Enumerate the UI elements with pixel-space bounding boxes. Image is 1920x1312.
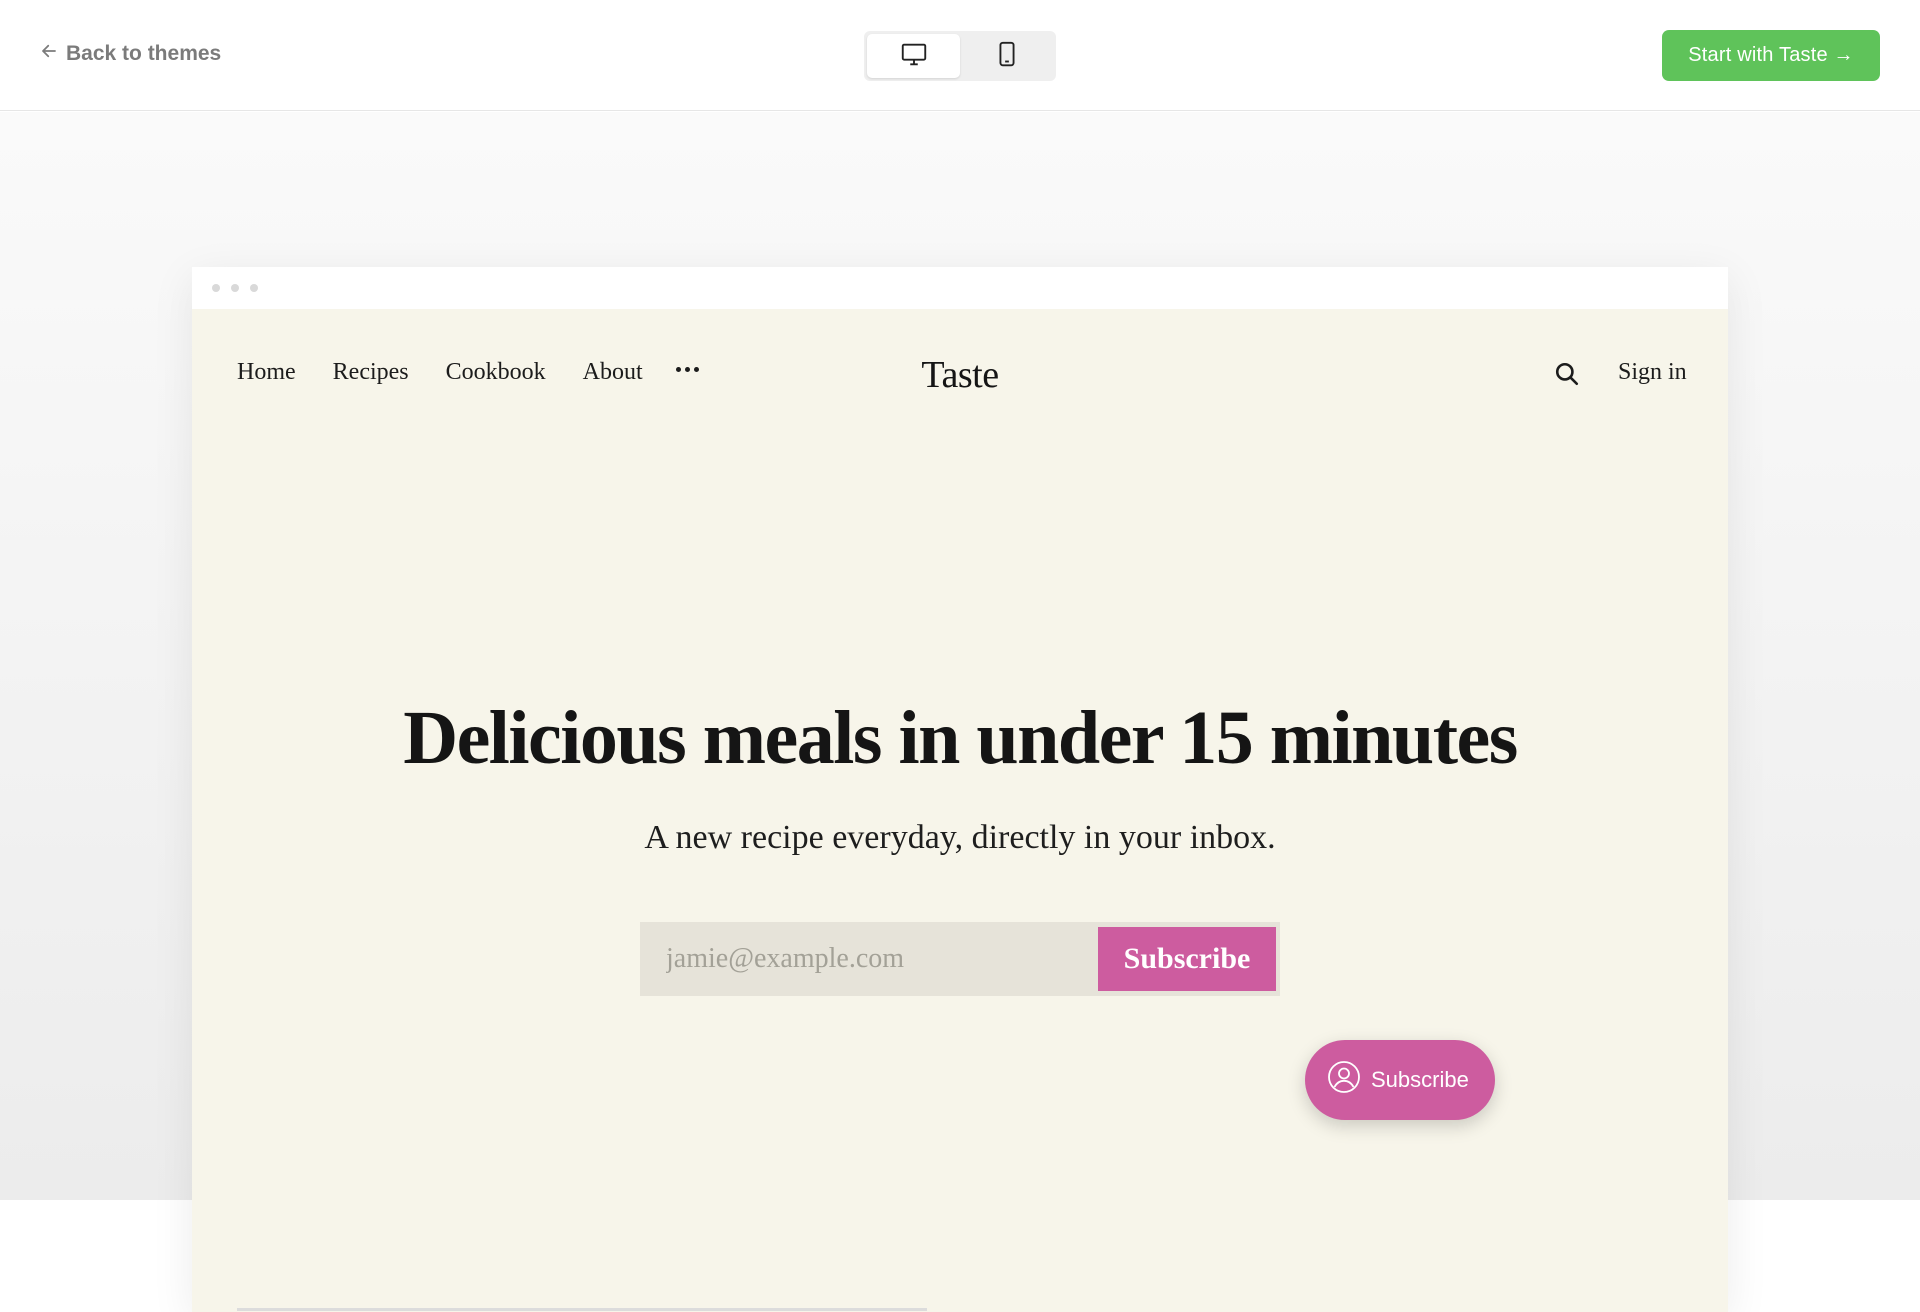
sign-in-link[interactable]: Sign in	[1618, 359, 1687, 386]
email-field[interactable]	[644, 926, 1098, 992]
site-header: Home Recipes Cookbook About Taste Sign i…	[192, 309, 1728, 429]
theme-preview-toolbar: Back to themes Start with Taste →	[0, 0, 1920, 111]
site-preview-frame: Home Recipes Cookbook About Taste Sign i…	[192, 267, 1728, 1312]
start-with-theme-button[interactable]: Start with Taste →	[1662, 30, 1880, 81]
site-title[interactable]: Taste	[921, 354, 999, 396]
browser-chrome-bar	[192, 267, 1728, 309]
preview-stage: Home Recipes Cookbook About Taste Sign i…	[0, 112, 1920, 1312]
window-dot	[250, 284, 258, 292]
hero-title: Delicious meals in under 15 minutes	[403, 696, 1518, 780]
arrow-left-icon	[40, 42, 58, 66]
search-icon[interactable]	[1554, 361, 1580, 387]
desktop-view-button[interactable]	[867, 34, 960, 78]
mobile-icon	[992, 39, 1022, 74]
back-to-themes-label: Back to themes	[66, 42, 222, 65]
subscribe-form: Subscribe	[640, 922, 1280, 996]
desktop-icon	[899, 39, 929, 74]
device-toggle	[864, 31, 1056, 81]
window-dot	[231, 284, 239, 292]
back-to-themes-link[interactable]: Back to themes	[40, 42, 221, 66]
subscribe-button[interactable]: Subscribe	[1098, 927, 1276, 991]
divider	[237, 1308, 927, 1311]
window-dot	[212, 284, 220, 292]
portal-subscribe-button[interactable]: Subscribe	[1305, 1040, 1495, 1120]
hero-subtitle: A new recipe everyday, directly in your …	[644, 819, 1276, 856]
site-title-wrap: Taste	[192, 353, 1728, 397]
mobile-view-button[interactable]	[960, 34, 1053, 78]
user-circle-icon	[1327, 1060, 1361, 1100]
portal-subscribe-label: Subscribe	[1371, 1067, 1469, 1092]
